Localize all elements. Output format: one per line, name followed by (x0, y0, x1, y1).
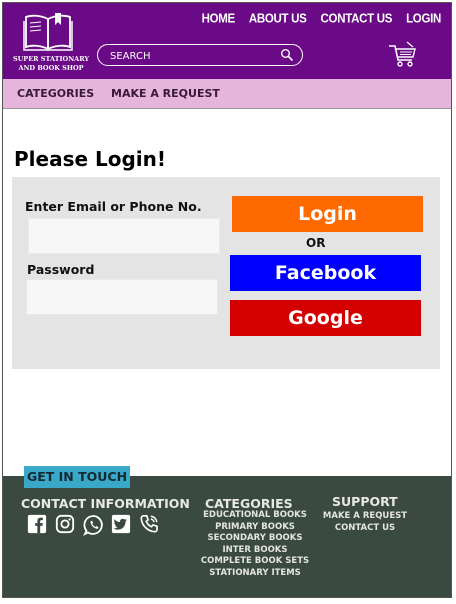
phone-icon[interactable] (139, 514, 161, 536)
secondary-nav: CATEGORIES MAKE A REQUEST (3, 79, 451, 109)
password-field[interactable] (26, 279, 218, 315)
cart-icon[interactable] (387, 40, 417, 70)
search-bar (97, 44, 303, 66)
page-title: Please Login! (14, 147, 167, 171)
nav-login[interactable]: LOGIN (406, 12, 441, 25)
get-in-touch-badge: GET IN TOUCH (24, 466, 130, 488)
footer-category-link[interactable]: STATIONARY ITEMS (199, 568, 311, 580)
whatsapp-icon[interactable] (83, 514, 105, 536)
footer-category-link[interactable]: PRIMARY BOOKS (199, 522, 311, 534)
site-footer: CONTACT INFORMATION CATEGORIES SUPPORT E… (3, 476, 451, 597)
facebook-icon[interactable] (27, 514, 49, 536)
support-heading: SUPPORT (332, 494, 398, 509)
footer-category-link[interactable]: COMPLETE BOOK SETS (199, 556, 311, 568)
password-label: Password (27, 262, 95, 277)
logo-text: SUPER STATIONARY AND BOOK SHOP (11, 55, 91, 73)
contact-info-heading: CONTACT INFORMATION (21, 496, 190, 511)
search-icon[interactable] (280, 48, 294, 62)
nav-contact-us[interactable]: CONTACT US (321, 12, 393, 25)
nav-about-us[interactable]: ABOUT US (249, 12, 307, 25)
page-frame: SUPER STATIONARY AND BOOK SHOP HOME ABOU… (2, 2, 452, 598)
email-label: Enter Email or Phone No. (25, 199, 202, 214)
nav-home[interactable]: HOME (202, 12, 236, 25)
email-field[interactable] (28, 218, 220, 254)
subnav-categories[interactable]: CATEGORIES (17, 87, 94, 100)
book-logo-icon (23, 13, 73, 51)
twitter-icon[interactable] (111, 514, 133, 536)
facebook-login-button[interactable]: Facebook (230, 255, 421, 291)
footer-categories-heading: CATEGORIES (205, 496, 293, 511)
footer-category-link[interactable]: SECONDARY BOOKS (199, 533, 311, 545)
footer-categories-list: EDUCATIONAL BOOKS PRIMARY BOOKS SECONDAR… (199, 510, 311, 579)
login-panel: Enter Email or Phone No. Password Login … (12, 177, 440, 369)
support-link[interactable]: MAKE A REQUEST (321, 511, 409, 523)
or-divider: OR (306, 236, 326, 250)
site-header: SUPER STATIONARY AND BOOK SHOP HOME ABOU… (3, 3, 451, 79)
footer-category-link[interactable]: EDUCATIONAL BOOKS (199, 510, 311, 522)
footer-category-link[interactable]: INTER BOOKS (199, 545, 311, 557)
instagram-icon[interactable] (55, 514, 77, 536)
site-logo[interactable]: SUPER STATIONARY AND BOOK SHOP (11, 9, 89, 77)
subnav-make-a-request[interactable]: MAKE A REQUEST (111, 87, 220, 100)
login-button[interactable]: Login (232, 196, 423, 232)
google-login-button[interactable]: Google (230, 300, 421, 336)
social-icons (27, 514, 161, 536)
logo-line-2: AND BOOK SHOP (18, 64, 84, 72)
support-link[interactable]: CONTACT US (321, 523, 409, 535)
search-input[interactable] (108, 47, 272, 65)
support-list: MAKE A REQUEST CONTACT US (321, 511, 409, 534)
logo-line-1: SUPER STATIONARY (12, 55, 90, 63)
top-nav: HOME ABOUT US CONTACT US LOGIN (188, 12, 442, 25)
